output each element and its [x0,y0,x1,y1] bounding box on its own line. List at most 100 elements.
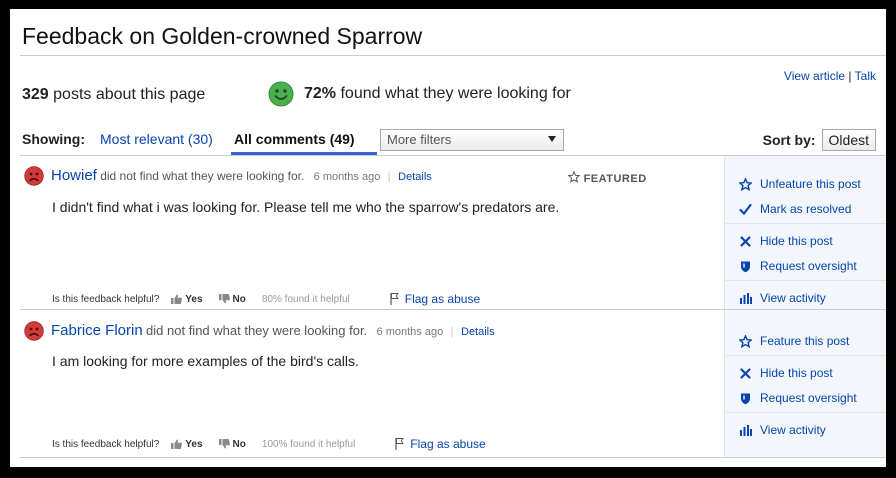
vote-yes-button[interactable]: Yes [171,438,203,450]
star-icon [739,334,752,348]
flag-icon [395,438,405,450]
meta-separator: | [387,169,391,183]
more-filters-dropdown[interactable]: More filters [380,129,564,151]
view-activity-action[interactable]: View activity [739,291,826,305]
request-oversight-label: Request oversight [760,391,857,405]
star-icon [567,170,581,183]
talk-link[interactable]: Talk [855,69,876,83]
title-divider [20,55,886,56]
vote-no-button[interactable]: No [218,293,246,305]
request-oversight-action[interactable]: Request oversight [739,259,857,273]
flag-abuse-label: Flag as abuse [410,437,486,451]
top-links: View article | Talk [784,69,876,83]
thumbs-up-icon [171,294,183,304]
helpful-percentage: 100% found it helpful [261,438,356,450]
links-separator: | [848,69,852,83]
frown-icon [24,321,44,341]
feedback-post: Fabrice Florin did not find what they we… [20,310,886,458]
post-author[interactable]: Howief [51,167,97,184]
view-activity-label: View activity [760,291,826,305]
vote-yes-button[interactable]: Yes [171,293,203,305]
thumbs-down-icon [218,294,230,304]
found-label: found what they were looking for [340,85,571,102]
sort-control: Sort by: Oldest [763,129,876,151]
check-icon [739,203,752,215]
filter-all-comments[interactable]: All comments (49) [234,131,355,147]
featured-label: FEATURED [583,173,647,185]
filter-bar: Showing: Most relevant (30) All comments… [22,129,886,155]
bar-chart-icon [740,292,752,304]
frown-icon [24,166,44,186]
actions-divider [725,223,886,224]
dropdown-arrow-icon [548,136,556,142]
post-actions-panel: Unfeature this post Mark as resolved Hid… [724,156,886,310]
thumbs-down-icon [218,439,230,449]
helpful-question: Is this feedback helpful? [52,438,160,450]
post-actions-panel: Feature this post Hide this post Request… [724,310,886,458]
vote-yes-label: Yes [185,438,203,450]
x-icon [740,235,751,247]
vote-yes-label: Yes [185,293,203,305]
request-oversight-action[interactable]: Request oversight [739,391,857,405]
sort-dropdown[interactable]: Oldest [821,129,876,151]
found-percentage: 72% [304,85,337,102]
actions-divider [725,280,886,281]
unfeature-post-action[interactable]: Unfeature this post [739,177,861,191]
feedback-page: Feedback on Golden-crowned Sparrow View … [10,9,886,467]
shield-icon [741,261,750,272]
hide-post-action[interactable]: Hide this post [739,234,833,248]
post-text: I didn't find what i was looking for. Pl… [52,199,560,215]
post-timestamp: 6 months ago [313,171,381,183]
view-article-link[interactable]: View article [784,69,845,83]
post-header: Fabrice Florin did not find what they we… [51,322,495,339]
mark-resolved-label: Mark as resolved [760,202,852,216]
star-icon [739,177,752,191]
found-summary: 72% found what they were looking for [268,81,571,107]
unfeature-label: Unfeature this post [760,177,861,191]
vote-no-label: No [232,293,246,305]
helpful-row: Is this feedback helpful? Yes No 80% fou… [52,292,480,306]
bar-chart-icon [740,424,752,436]
thumbs-up-icon [171,439,183,449]
actions-divider [725,355,886,356]
more-filters-label: More filters [387,132,452,147]
vote-no-label: No [232,438,246,450]
mark-resolved-action[interactable]: Mark as resolved [739,202,851,216]
feedback-post: Howief did not find what they were looki… [20,156,886,310]
view-activity-label: View activity [760,423,826,437]
flag-abuse-link[interactable]: Flag as abuse [390,292,480,306]
helpful-row: Is this feedback helpful? Yes No 100% fo… [52,437,486,451]
page-title: Feedback on Golden-crowned Sparrow [22,23,423,49]
showing-label: Showing: [22,131,85,147]
helpful-question: Is this feedback helpful? [52,293,160,305]
post-count-label: posts about this page [53,86,206,103]
post-author[interactable]: Fabrice Florin [51,322,143,339]
post-header: Howief did not find what they were looki… [51,167,432,184]
post-main: Fabrice Florin did not find what they we… [20,310,724,458]
request-oversight-label: Request oversight [760,259,857,273]
filter-most-relevant[interactable]: Most relevant (30) [100,131,213,147]
x-icon [740,367,751,379]
flag-icon [390,293,399,305]
feature-label: Feature this post [760,334,850,348]
details-link[interactable]: Details [398,171,432,183]
hide-post-action[interactable]: Hide this post [739,366,833,380]
flag-abuse-label: Flag as abuse [404,292,481,306]
shield-icon [741,393,750,404]
post-count-number: 329 [22,86,49,103]
post-timestamp: 6 months ago [376,326,444,338]
post-divider [20,457,886,458]
details-link[interactable]: Details [461,326,495,338]
feature-post-action[interactable]: Feature this post [739,334,849,348]
flag-abuse-link[interactable]: Flag as abuse [395,437,486,451]
post-status: did not find what they were looking for. [100,169,305,183]
post-count: 329 posts about this page [22,86,205,104]
featured-badge: FEATURED [567,170,647,185]
smiley-icon [268,81,294,107]
hide-post-label: Hide this post [760,366,833,380]
post-status: did not find what they were looking for. [146,323,368,338]
view-activity-action[interactable]: View activity [739,423,826,437]
post-text: I am looking for more examples of the bi… [52,353,359,369]
sort-label: Sort by: [762,132,816,148]
vote-no-button[interactable]: No [218,438,246,450]
